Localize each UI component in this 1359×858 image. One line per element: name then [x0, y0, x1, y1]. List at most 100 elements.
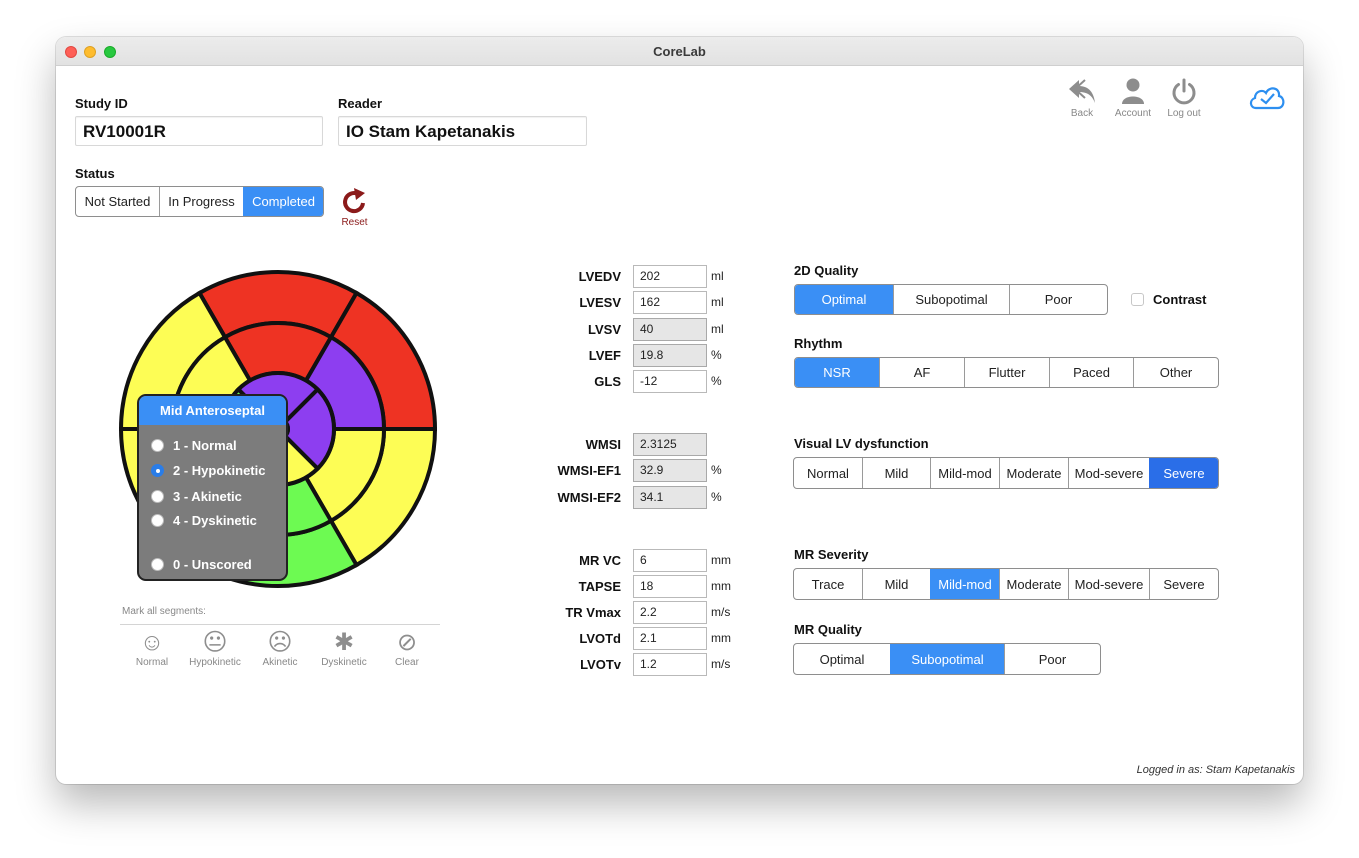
- mark-all-hypokinetic-button[interactable]: 😐︎ Hypokinetic: [185, 629, 245, 668]
- status-in-progress[interactable]: In Progress: [159, 187, 243, 216]
- mark-all-clear-button[interactable]: ⊘ Clear: [377, 629, 437, 668]
- wmsi-ef1-label: WMSI-EF1: [557, 463, 621, 478]
- wmsi-ef1-field: 32.9: [633, 459, 707, 482]
- lvotd-unit: mm: [711, 631, 731, 645]
- frown-icon: ☹: [267, 629, 293, 656]
- mr-quality-optimal[interactable]: Optimal: [794, 644, 890, 674]
- lvsv-label: LVSV: [588, 322, 621, 337]
- radio-normal[interactable]: [151, 439, 164, 452]
- option-normal-label: 1 - Normal: [173, 438, 237, 453]
- logout-button[interactable]: Log out: [1162, 77, 1206, 119]
- tr-vmax-label: TR Vmax: [565, 605, 621, 620]
- mr-severity-mild-mod[interactable]: Mild-mod: [930, 569, 999, 599]
- study-id-label: Study ID: [75, 96, 128, 111]
- lvotd-field[interactable]: 2.1: [633, 627, 707, 650]
- mr-quality-subopotimal[interactable]: Subopotimal: [890, 644, 1004, 674]
- study-id-field[interactable]: RV10001R: [75, 116, 323, 146]
- mr-severity-mild[interactable]: Mild: [862, 569, 930, 599]
- quality-2d-poor[interactable]: Poor: [1009, 285, 1107, 314]
- mr-severity-label: MR Severity: [794, 547, 869, 562]
- mr-severity-segmented: Trace Mild Mild-mod Moderate Mod-severe …: [793, 568, 1219, 600]
- tr-vmax-field[interactable]: 2.2: [633, 601, 707, 624]
- mark-akinetic-label: Akinetic: [262, 657, 298, 668]
- option-unscored[interactable]: 0 - Unscored: [151, 557, 252, 572]
- mark-all-normal-button[interactable]: ☺ Normal: [122, 629, 182, 668]
- rhythm-af[interactable]: AF: [879, 358, 964, 387]
- quality-2d-optimal[interactable]: Optimal: [795, 285, 893, 314]
- option-hypokinetic[interactable]: 2 - Hypokinetic: [151, 463, 265, 478]
- lvotv-label: LVOTv: [580, 657, 621, 672]
- mark-all-dyskinetic-button[interactable]: ✱ Dyskinetic: [314, 629, 374, 668]
- lvesv-field[interactable]: 162: [633, 291, 707, 314]
- cloud-check-icon: [1249, 87, 1285, 110]
- back-button[interactable]: Back: [1062, 77, 1102, 119]
- back-arrow-icon: [1069, 79, 1095, 103]
- mr-severity-mod-severe[interactable]: Mod-severe: [1068, 569, 1149, 599]
- back-label: Back: [1070, 108, 1094, 119]
- contrast-checkbox[interactable]: [1131, 293, 1144, 306]
- mark-all-akinetic-button[interactable]: ☹ Akinetic: [250, 629, 310, 668]
- lvedv-field[interactable]: 202: [633, 265, 707, 288]
- account-button[interactable]: Account: [1111, 77, 1155, 119]
- lv-dysfunction-mod-severe[interactable]: Mod-severe: [1068, 458, 1149, 488]
- lv-dysfunction-moderate[interactable]: Moderate: [999, 458, 1068, 488]
- gls-unit: %: [711, 374, 722, 388]
- lv-dysfunction-normal[interactable]: Normal: [794, 458, 862, 488]
- rhythm-other[interactable]: Other: [1133, 358, 1218, 387]
- radio-unscored[interactable]: [151, 558, 164, 571]
- rhythm-nsr[interactable]: NSR: [795, 358, 879, 387]
- lvesv-label: LVESV: [579, 295, 621, 310]
- lv-dysfunction-severe[interactable]: Severe: [1149, 458, 1218, 488]
- mr-vc-unit: mm: [711, 553, 731, 567]
- rhythm-paced[interactable]: Paced: [1049, 358, 1133, 387]
- lv-dysfunction-mild-mod[interactable]: Mild-mod: [930, 458, 999, 488]
- reader-field[interactable]: IO Stam Kapetanakis: [338, 116, 587, 146]
- option-akinetic[interactable]: 3 - Akinetic: [151, 489, 242, 504]
- radio-dyskinetic[interactable]: [151, 514, 164, 527]
- sync-status-button[interactable]: [1246, 83, 1288, 114]
- mark-all-label: Mark all segments:: [122, 606, 206, 617]
- mark-all-divider: [120, 624, 440, 625]
- wmsi-field: 2.3125: [633, 433, 707, 456]
- gls-field[interactable]: -12: [633, 370, 707, 393]
- status-segmented: Not Started In Progress Completed: [75, 186, 324, 217]
- lvedv-label: LVEDV: [578, 269, 621, 284]
- tapse-unit: mm: [711, 579, 731, 593]
- reset-button[interactable]: Reset: [338, 186, 371, 228]
- tapse-field[interactable]: 18: [633, 575, 707, 598]
- rhythm-segmented: NSR AF Flutter Paced Other: [794, 357, 1219, 388]
- status-completed[interactable]: Completed: [243, 187, 323, 216]
- contrast-label: Contrast: [1153, 292, 1207, 307]
- radio-hypokinetic[interactable]: [151, 464, 164, 477]
- reset-label: Reset: [341, 217, 368, 228]
- lvedv-unit: ml: [711, 269, 724, 283]
- rhythm-flutter[interactable]: Flutter: [964, 358, 1049, 387]
- clear-circle-icon: ⊘: [396, 629, 418, 656]
- radio-akinetic[interactable]: [151, 490, 164, 503]
- status-not-started[interactable]: Not Started: [76, 187, 159, 216]
- mr-severity-trace[interactable]: Trace: [794, 569, 862, 599]
- mark-normal-label: Normal: [135, 657, 169, 668]
- mr-severity-moderate[interactable]: Moderate: [999, 569, 1068, 599]
- wmsi-ef2-unit: %: [711, 490, 722, 504]
- mr-quality-segmented: Optimal Subopotimal Poor: [793, 643, 1101, 675]
- mr-vc-field[interactable]: 6: [633, 549, 707, 572]
- option-normal[interactable]: 1 - Normal: [151, 438, 237, 453]
- mr-quality-poor[interactable]: Poor: [1004, 644, 1100, 674]
- mr-severity-severe[interactable]: Severe: [1149, 569, 1218, 599]
- lvotv-field[interactable]: 1.2: [633, 653, 707, 676]
- lvef-field: 19.8: [633, 344, 707, 367]
- logout-label: Log out: [1167, 108, 1201, 119]
- reset-arrow-icon: [342, 188, 365, 214]
- lvotd-label: LVOTd: [579, 631, 621, 646]
- smile-icon: ☺: [139, 629, 165, 656]
- wmsi-ef2-label: WMSI-EF2: [557, 490, 621, 505]
- option-dyskinetic[interactable]: 4 - Dyskinetic: [151, 513, 257, 528]
- option-unscored-label: 0 - Unscored: [173, 557, 252, 572]
- quality-2d-segmented: Optimal Subopotimal Poor: [794, 284, 1108, 315]
- lv-dysfunction-mild[interactable]: Mild: [862, 458, 930, 488]
- lvef-unit: %: [711, 348, 722, 362]
- quality-2d-subopotimal[interactable]: Subopotimal: [893, 285, 1009, 314]
- lvesv-unit: ml: [711, 295, 724, 309]
- lv-dysfunction-segmented: Normal Mild Mild-mod Moderate Mod-severe…: [793, 457, 1219, 489]
